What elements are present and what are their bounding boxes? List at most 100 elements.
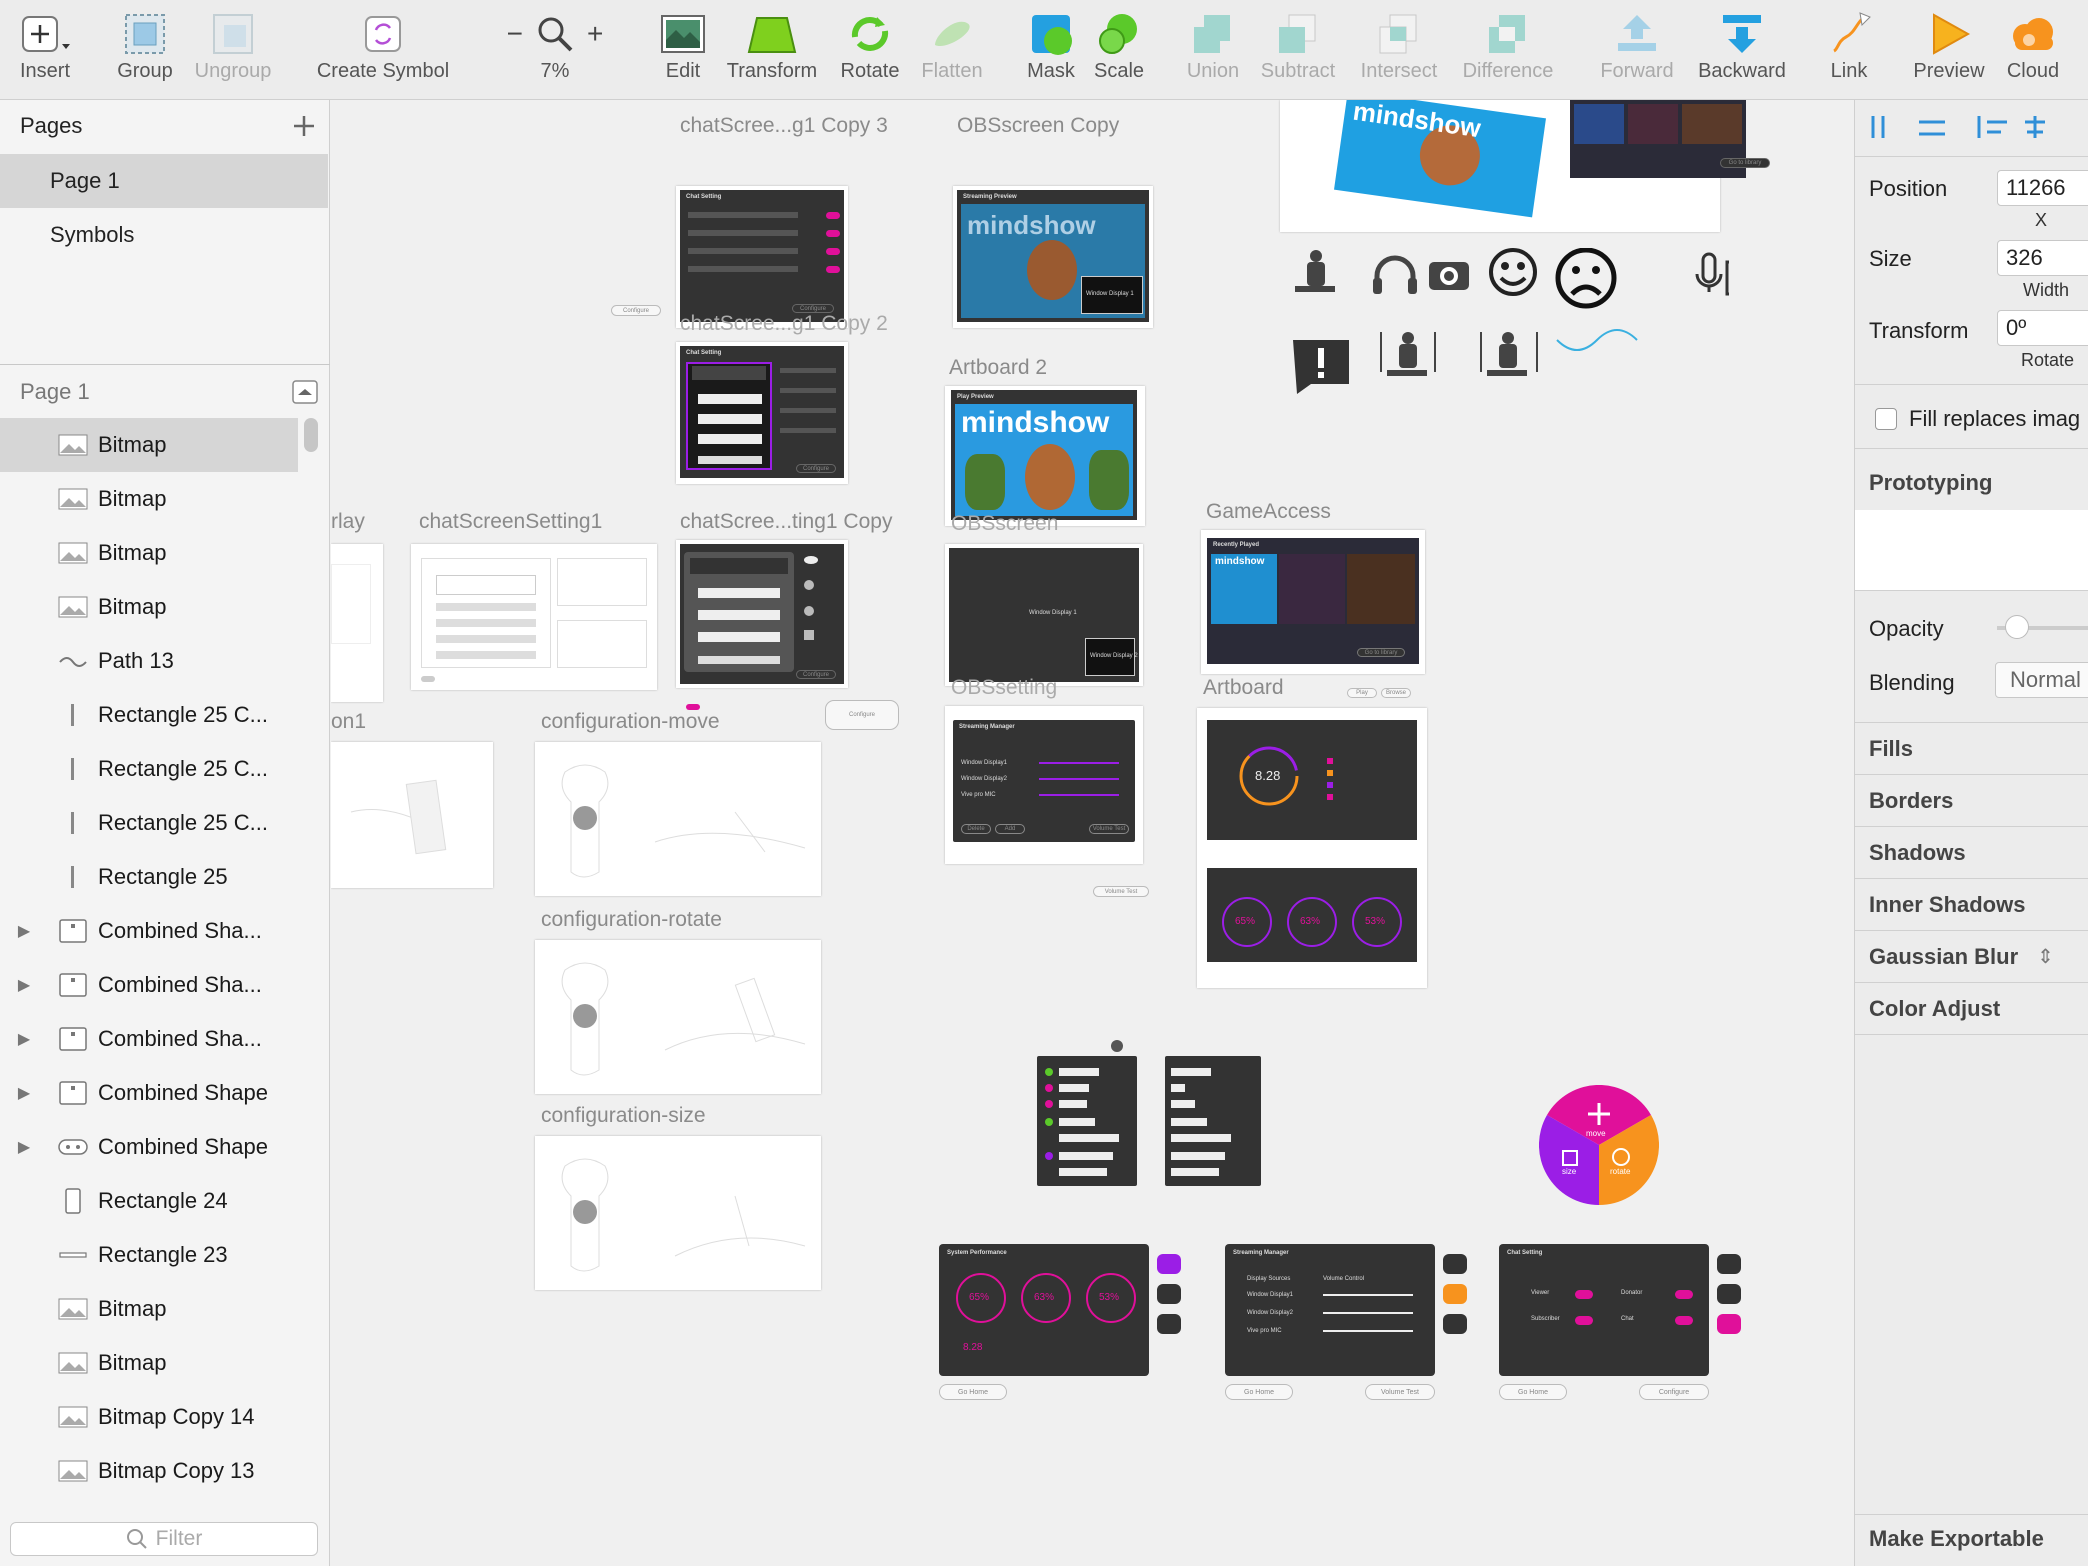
perf-tab-icon[interactable] [1443,1254,1467,1274]
artboard-top-right[interactable]: mindshow Go to library [1280,100,1770,232]
section-shadows[interactable]: Shadows [1869,840,1966,866]
layer-row[interactable]: Bitmap Copy 14 [0,1390,298,1444]
artboard-title[interactable]: Artboard 2 [949,356,1047,380]
make-exportable-button[interactable]: Make Exportable [1869,1526,2044,1552]
create-symbol-button[interactable]: Create Symbol [317,8,449,83]
layer-row[interactable]: Rectangle 25 C... [0,742,298,796]
volume-tab-icon[interactable] [1717,1284,1741,1304]
artboard-2[interactable]: Play Preview mindshow [945,386,1145,526]
artboard-chat-setting-copy-2[interactable]: Chat Setting Configure [676,342,848,484]
layer-row[interactable]: Rectangle 25 C... [0,796,298,850]
cloud-button[interactable]: Cloud [1978,8,2088,83]
layer-row[interactable]: ▶ Combined Shape [0,1066,298,1120]
configure-pill[interactable]: Configure [825,700,899,730]
perf-tab-icon[interactable] [1717,1254,1741,1274]
panel-chat-setting[interactable]: Chat Setting Viewer Donator Subscriber C… [1499,1244,1709,1376]
chat-panel-small-2[interactable] [1165,1056,1261,1186]
layer-row[interactable]: Rectangle 23 [0,1228,298,1282]
artboard-title[interactable]: configuration-size [541,1104,706,1128]
artboard-configuration-move[interactable] [535,742,821,896]
disclosure-triangle-icon[interactable]: ▶ [0,975,48,995]
zoom-out-button[interactable]: − [507,18,523,50]
artboard-title[interactable]: configuration-move [541,710,720,734]
filter-input[interactable]: Filter [10,1522,318,1556]
disclosure-triangle-icon[interactable]: ▶ [0,1137,48,1157]
volume-tab-icon[interactable] [1157,1284,1181,1304]
volume-test-button[interactable]: Volume Test [1365,1384,1435,1400]
position-x-input[interactable]: 11266 [1997,170,2088,206]
layer-row[interactable]: Bitmap [0,1282,298,1336]
section-inner-shadows[interactable]: Inner Shadows [1869,892,2025,918]
ungroup-button[interactable]: Ungroup [178,8,288,83]
artboard-obsscreen[interactable]: Window Display 1 Window Display 2 [945,544,1143,686]
layer-row[interactable]: Bitmap [0,580,298,634]
perf-tab-icon[interactable] [1157,1254,1181,1274]
chat-tab-icon[interactable] [1157,1314,1181,1334]
go-home-button[interactable]: Go Home [939,1384,1007,1400]
opacity-slider-thumb[interactable] [2005,615,2029,639]
layer-row[interactable]: Bitmap [0,472,298,526]
artboard-title[interactable]: on1 [331,710,366,734]
size-width-input[interactable]: 326 [1997,240,2088,276]
flatten-button[interactable]: Flatten [897,8,1007,83]
artboard-title[interactable]: chatScree...g1 Copy 2 [680,312,888,336]
backward-button[interactable]: Backward [1687,8,1797,83]
layer-row[interactable]: Path 13 [0,634,298,688]
artboard-chat-screen-setting-1[interactable] [411,544,657,690]
canvas[interactable]: mindshow Go to library chatScree...g1 Co… [331,100,1853,1566]
artboard-title[interactable]: GameAccess [1206,500,1331,524]
artboard-title[interactable]: chatScree...ting1 Copy [680,510,892,534]
artboard-title[interactable]: chatScree...g1 Copy 3 [680,114,888,138]
layer-row[interactable]: Rectangle 24 [0,1174,298,1228]
artboard-title[interactable]: OBSsetting [951,676,1057,700]
layers-scrollbar[interactable] [304,418,318,452]
disclosure-triangle-icon[interactable]: ▶ [0,1029,48,1049]
link-button[interactable]: Link [1794,8,1904,83]
artboard-configuration-size[interactable] [535,1136,821,1290]
artboard-overlay[interactable] [331,544,383,702]
chat-panel-small[interactable] [1037,1056,1137,1186]
artboard-configuration[interactable] [331,742,493,888]
add-page-icon[interactable] [292,114,316,138]
page-item-page-1[interactable]: Page 1 [0,154,328,208]
go-home-button[interactable]: Go Home [1499,1384,1567,1400]
artboard-title[interactable]: configuration-rotate [541,908,722,932]
volume-tab-icon[interactable] [1443,1284,1467,1304]
layer-row[interactable]: Bitmap [0,418,298,472]
forward-button[interactable]: Forward [1582,8,1692,83]
section-color-adjust[interactable]: Color Adjust [1869,996,2000,1022]
artboard-performance[interactable]: 8.28 65% 63% 53% [1197,708,1427,988]
volume-test-pill[interactable]: Volume Test [1093,886,1149,897]
artboard-obssetting[interactable]: Streaming Manager Window Display1 Window… [945,706,1143,864]
zoom-control[interactable]: − + 7% [500,8,610,83]
section-fills[interactable]: Fills [1869,736,1913,762]
artboard-title[interactable]: rlay [331,510,365,534]
layer-row[interactable]: Bitmap [0,1336,298,1390]
intersect-button[interactable]: Intersect [1344,8,1454,83]
artboard-configuration-rotate[interactable] [535,940,821,1094]
rotate-input[interactable]: 0º [1997,310,2088,346]
layer-row[interactable]: ▶ Combined Sha... [0,958,298,1012]
panel-streaming-manager[interactable]: Streaming Manager Display Sources Volume… [1225,1244,1435,1376]
artboard-chat-setting-copy-3[interactable]: Chat Setting Configure [676,186,848,328]
blending-select[interactable]: Normal [1995,662,2088,698]
layer-row[interactable]: Rectangle 25 C... [0,688,298,742]
disclosure-triangle-icon[interactable]: ▶ [0,921,48,941]
subtract-button[interactable]: Subtract [1243,8,1353,83]
section-borders[interactable]: Borders [1869,788,1953,814]
radial-menu[interactable] [1539,1085,1659,1205]
artboard-chat-setting-copy[interactable]: Configure [676,540,848,688]
go-home-button[interactable]: Go Home [1225,1384,1293,1400]
layer-row[interactable]: ▶ Combined Sha... [0,904,298,958]
layer-row[interactable]: Rectangle 25 [0,850,298,904]
zoom-in-button[interactable]: + [587,18,603,50]
fill-replaces-checkbox[interactable] [1875,408,1897,430]
artboard-title[interactable]: OBSscreen Copy [957,114,1119,138]
configure-pill[interactable]: Configure [611,305,661,316]
disclosure-triangle-icon[interactable]: ▶ [0,1083,48,1103]
chat-tab-icon[interactable] [1443,1314,1467,1334]
align-toolbar[interactable] [1869,112,2079,142]
layer-row[interactable]: ▶ Combined Sha... [0,1012,298,1066]
section-gaussian-blur[interactable]: Gaussian Blur [1869,944,2018,970]
chevron-updown-icon[interactable]: ⇕ [2037,944,2054,969]
